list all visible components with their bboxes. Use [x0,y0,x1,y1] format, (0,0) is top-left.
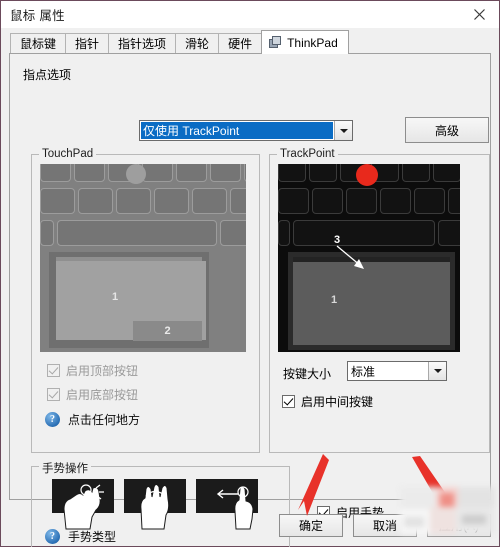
pinch-zoom-gesture[interactable] [52,479,114,530]
tab-wheel[interactable]: 滑轮 [175,33,220,54]
touchpad-help-link[interactable]: ? 点击任何地方 [45,411,140,428]
pointing-device-value: 仅使用 TrackPoint [141,122,333,139]
checkbox-box [47,364,60,377]
close-icon[interactable] [459,1,499,28]
trackpoint-keyboard-illustration: 2 ▪▪▪▪▪ 1 3 [278,164,460,352]
gesture-group: 手势操作 ? 手势类型 [31,460,290,547]
chevron-down-icon[interactable] [334,121,352,140]
enable-top-button-checkbox[interactable]: 启用顶部按钮 [47,362,138,379]
touchpad-diagram: 2 ▪▪▪▪▪▪ 1 2 [40,164,246,352]
tab-label: 硬件 [228,37,253,51]
pointing-device-label: 指点选项 [23,68,72,82]
touchpad-group-legend: TouchPad [39,148,97,160]
tab-pointer-options[interactable]: 指针选项 [108,33,177,54]
three-finger-gesture[interactable] [124,479,186,530]
mouse-properties-dialog: 鼠标 属性 鼠标键 指针 指针选项 滑轮 硬件 ThinkPad 指点选项 仅使… [0,0,500,547]
touchpad-group: TouchPad 1 2 启用顶部按钮 启用底部按钮 ? 点击任何地方 [31,148,260,453]
help-link-label: 手势类型 [68,530,117,544]
trackpoint-nub-icon [356,164,378,186]
touchpad-keyboard-illustration: 2 ▪▪▪▪▪▪ 1 2 [40,164,246,352]
blurred-region [400,487,495,534]
thinkpad-tab-panel: 指点选项 仅使用 TrackPoint 高级 TouchPad 1 2 启用顶部… [9,53,491,547]
checkbox-box [282,395,295,408]
advanced-button[interactable]: 高级 [405,117,489,143]
trackpoint-group: TrackPoint 1 3 按键大小 标准 启用中间按键 [269,148,490,453]
checkbox-label: 启用顶部按钮 [66,364,139,378]
chevron-down-icon[interactable] [428,362,446,380]
trackpoint-diagram: 2 ▪▪▪▪▪ 1 3 [278,164,460,352]
tab-mouse-buttons[interactable]: 鼠标键 [10,33,67,54]
tab-hardware[interactable]: 硬件 [218,33,263,54]
pointing-device-select[interactable]: 仅使用 TrackPoint [139,120,353,141]
button-size-select[interactable]: 标准 [347,361,447,381]
enable-middle-button-checkbox[interactable]: 启用中间按键 [282,393,373,410]
help-link-label: 点击任何地方 [68,413,141,427]
trackpoint-callout-arrow [336,245,364,269]
thinkpad-icon [269,36,282,49]
trackpoint-group-legend: TrackPoint [277,148,338,160]
close-glyph [473,9,485,20]
tab-thinkpad[interactable]: ThinkPad [261,30,349,54]
advanced-button-label: 高级 [434,123,459,138]
ok-button-label: 确定 [298,519,323,533]
ok-button[interactable]: 确定 [279,514,343,537]
title-bar: 鼠标 属性 [1,1,499,28]
touchpad-zone-2-bottom: 2 [133,321,202,341]
tab-label: 指针选项 [118,37,167,51]
tab-strip: 鼠标键 指针 指针选项 滑轮 硬件 ThinkPad [1,28,499,54]
trackpoint-nub-icon [126,164,146,184]
question-mark-icon: ? [45,529,60,544]
window-title: 鼠标 属性 [10,9,65,23]
enable-bottom-button-checkbox[interactable]: 启用底部按钮 [47,386,138,403]
gesture-group-legend: 手势操作 [39,460,91,476]
tab-label: ThinkPad [287,35,338,50]
checkbox-label: 启用底部按钮 [66,388,139,402]
tab-label: 滑轮 [185,37,210,51]
tab-label: 鼠标键 [20,37,57,51]
tab-label: 指针 [75,37,100,51]
button-size-label: 按键大小 [283,367,332,381]
button-size-value: 标准 [351,364,376,379]
tab-pointer[interactable]: 指针 [65,33,110,54]
question-mark-icon: ? [45,412,60,427]
gesture-help-link[interactable]: ? 手势类型 [45,528,116,545]
cancel-button-label: 取消 [372,519,397,533]
checkbox-box [47,388,60,401]
swipe-left-gesture[interactable] [196,479,258,530]
checkbox-label: 启用中间按键 [301,395,374,409]
